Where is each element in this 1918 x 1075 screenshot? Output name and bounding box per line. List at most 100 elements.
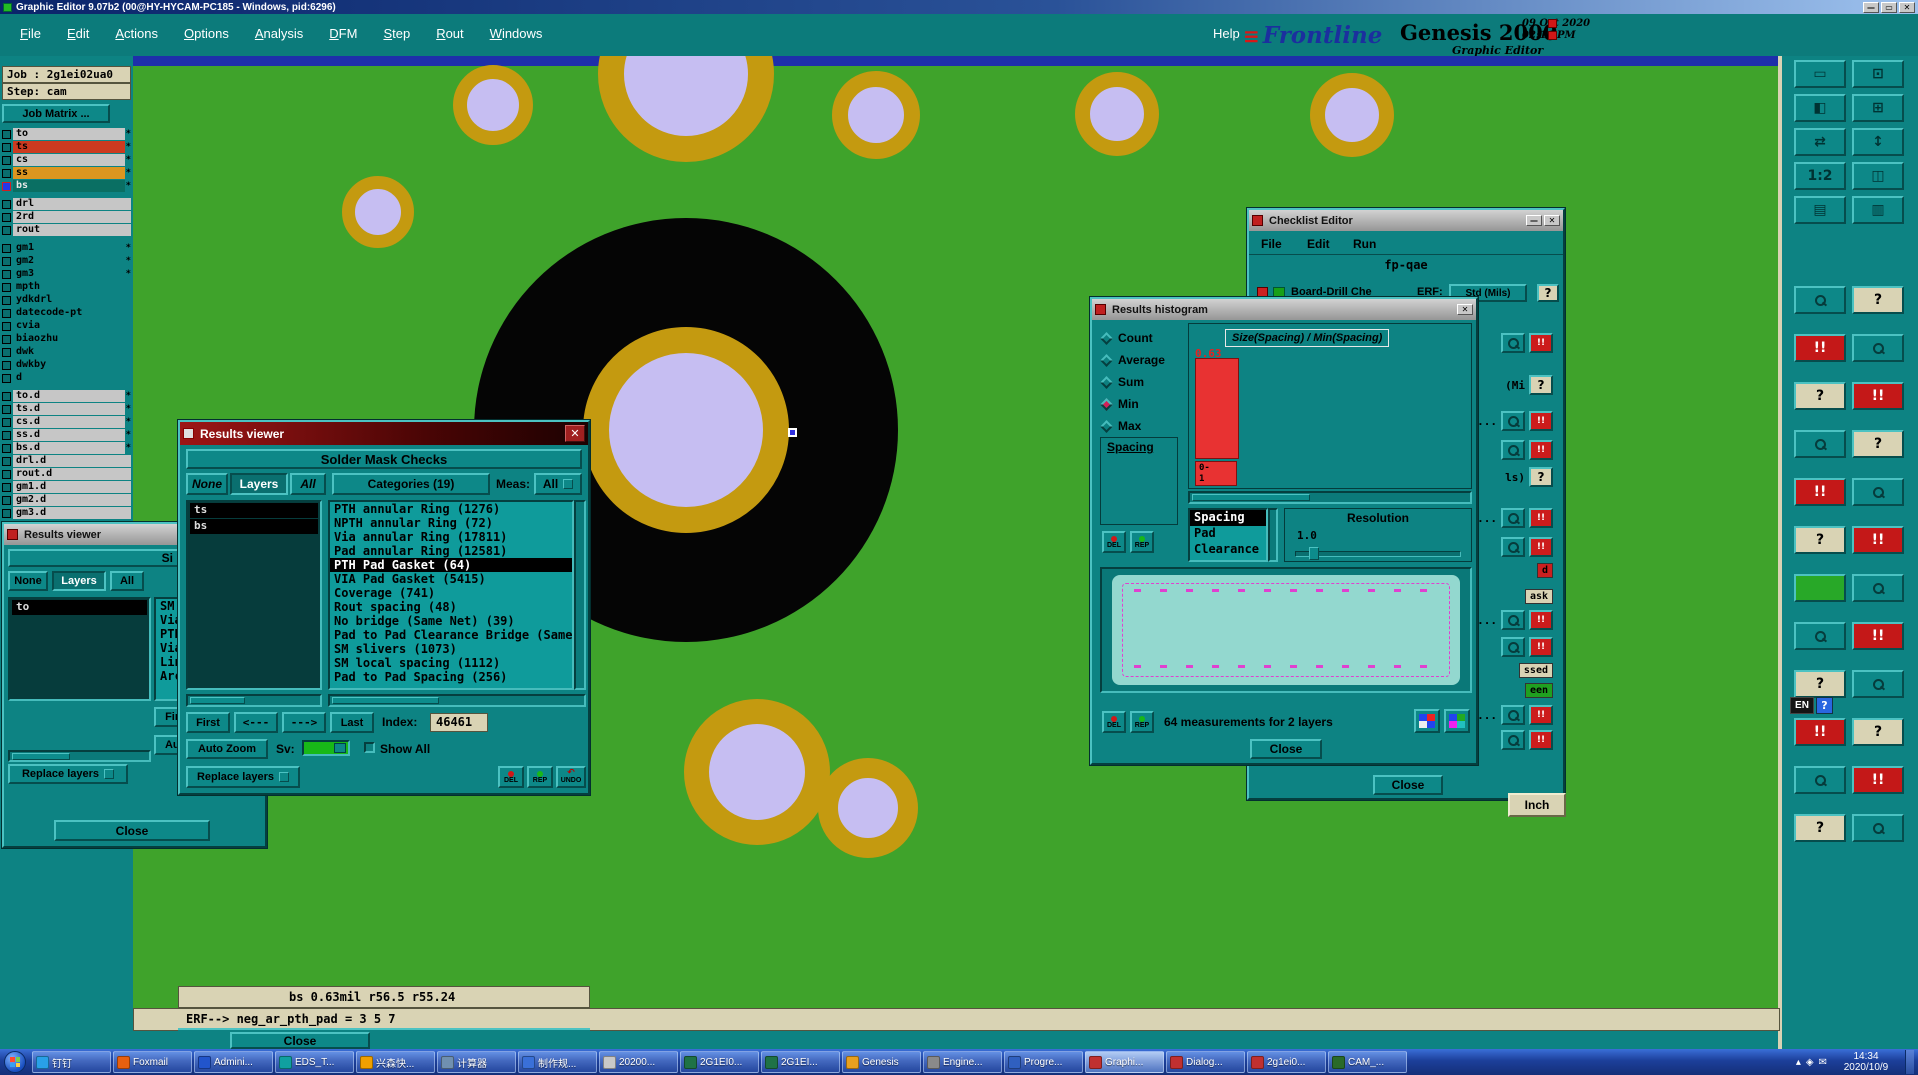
layer-visibility-checkbox[interactable] xyxy=(2,373,11,383)
toolbar-help-button[interactable]: ? xyxy=(1852,286,1904,314)
menu-edit[interactable]: Edit xyxy=(67,26,89,41)
layer-name[interactable]: gm2 xyxy=(13,255,125,267)
toolbar-button[interactable]: ↕ xyxy=(1852,128,1904,156)
layer-visibility-checkbox[interactable] xyxy=(2,430,11,440)
toolbar-alarm-button[interactable]: !! xyxy=(1852,382,1904,410)
layer-visibility-checkbox[interactable] xyxy=(2,334,11,344)
v-scrollbar[interactable] xyxy=(574,500,586,690)
toolbar-help-button[interactable]: ? xyxy=(1794,526,1846,554)
taskbar-item[interactable]: 制作规... xyxy=(518,1051,597,1073)
layer-visibility-checkbox[interactable] xyxy=(2,508,11,518)
layer-visibility-checkbox[interactable] xyxy=(2,212,11,222)
help-button[interactable]: ? xyxy=(1529,375,1553,395)
histogram-close-button[interactable]: Close xyxy=(1250,739,1322,759)
layer-row-gm3[interactable]: gm3 * xyxy=(2,268,131,280)
layer-row-gm1.d[interactable]: gm1.d xyxy=(2,481,131,493)
layer-name[interactable]: ts xyxy=(13,141,125,153)
tray-icon[interactable]: ▴ xyxy=(1796,1057,1801,1068)
layer-visibility-checkbox[interactable] xyxy=(2,417,11,427)
taskbar-item[interactable]: Admini... xyxy=(194,1051,273,1073)
scroll-thumb[interactable] xyxy=(12,753,71,760)
delete-button[interactable]: DEL xyxy=(1102,711,1126,733)
auto-zoom-button[interactable]: Auto Zoom xyxy=(186,739,268,759)
language-indicator[interactable]: EN xyxy=(1790,697,1814,714)
replace-layers-button[interactable]: Replace layers xyxy=(186,766,300,788)
viewer1-titlebar[interactable]: Results viewer ✕ xyxy=(180,422,588,445)
taskbar-item[interactable]: 兴森快... xyxy=(356,1051,435,1073)
viewer2-layer-to[interactable]: to xyxy=(12,600,147,615)
delete-button[interactable]: DEL xyxy=(1102,531,1126,553)
toolbar-button[interactable]: ▭ xyxy=(1794,60,1846,88)
delete-measure-button[interactable]: DEL xyxy=(498,766,524,788)
layer-row-biaozhu[interactable]: biaozhu xyxy=(2,333,131,345)
toolbar-magnifier-button[interactable] xyxy=(1794,430,1846,458)
stat-average[interactable]: Average xyxy=(1100,349,1165,371)
close-icon[interactable]: ✕ xyxy=(565,425,585,442)
h-scrollbar[interactable] xyxy=(328,694,586,707)
viewer1-category[interactable]: VIA Pad Gasket (5415) xyxy=(330,572,572,586)
viewer2-layer-list[interactable]: to xyxy=(8,597,151,701)
toolbar-help-button[interactable]: ? xyxy=(1794,382,1846,410)
layer-name[interactable]: to.d xyxy=(13,390,125,402)
layer-row-bs[interactable]: bs * xyxy=(2,180,131,192)
viewer1-category[interactable]: SM slivers (1073) xyxy=(330,642,572,656)
toolbar-alarm-button[interactable]: !! xyxy=(1852,766,1904,794)
taskbar-item[interactable]: 2g1ei0... xyxy=(1247,1051,1326,1073)
viewer1-category-list[interactable]: PTH annular Ring (1276) NPTH annular Ring… xyxy=(328,500,574,690)
alarm-button[interactable]: !! xyxy=(1529,637,1553,657)
toolbar-magnifier-button[interactable] xyxy=(1852,670,1904,698)
menu-analysis[interactable]: Analysis xyxy=(255,26,303,41)
toolbar-button[interactable]: ◧ xyxy=(1794,94,1846,122)
layer-name[interactable]: cs.d xyxy=(13,416,125,428)
layer-name[interactable]: gm1 xyxy=(13,242,125,254)
layer-row-dwk[interactable]: dwk xyxy=(2,346,131,358)
resolution-value[interactable]: 1.0 xyxy=(1297,529,1317,542)
stat-min[interactable]: Min xyxy=(1100,393,1165,415)
layer-visibility-checkbox[interactable] xyxy=(2,181,11,191)
layer-row-to.d[interactable]: to.d * xyxy=(2,390,131,402)
toolbar-magnifier-button[interactable] xyxy=(1794,766,1846,794)
units-inch-button[interactable]: Inch xyxy=(1508,793,1566,817)
viewer2-close-button[interactable]: Close xyxy=(54,820,210,841)
magnifier-button[interactable] xyxy=(1501,537,1525,557)
layer-row-rout.d[interactable]: rout.d xyxy=(2,468,131,480)
layer-row-datecode-pt[interactable]: datecode-pt xyxy=(2,307,131,319)
nav-first-button[interactable]: First xyxy=(186,712,230,733)
layer-visibility-checkbox[interactable] xyxy=(2,282,11,292)
layer-visibility-checkbox[interactable] xyxy=(2,404,11,414)
toolbar-magnifier-button[interactable] xyxy=(1794,286,1846,314)
measure-pad[interactable]: Pad xyxy=(1190,526,1266,542)
viewer1-category[interactable]: PTH Pad Gasket (64) xyxy=(330,558,572,572)
close-icon[interactable]: ✕ xyxy=(1899,1,1915,13)
start-button[interactable] xyxy=(4,1051,26,1073)
layer-name[interactable]: ss.d xyxy=(13,429,125,441)
nav-next-button[interactable]: ---> xyxy=(282,712,326,733)
layer-name[interactable]: dwkby xyxy=(13,359,131,371)
sv-toggle[interactable] xyxy=(302,740,350,756)
menu-actions[interactable]: Actions xyxy=(115,26,158,41)
taskbar-item[interactable]: 2G1EI0... xyxy=(680,1051,759,1073)
viewer1-category[interactable]: PTH annular Ring (1276) xyxy=(330,502,572,516)
chart-h-scrollbar[interactable] xyxy=(1188,491,1472,504)
index-value-field[interactable]: 46461 xyxy=(430,713,488,732)
h-scrollbar[interactable] xyxy=(186,694,322,707)
magnifier-button[interactable] xyxy=(1501,637,1525,657)
layer-visibility-checkbox[interactable] xyxy=(2,199,11,209)
meas-dropdown[interactable]: All xyxy=(534,473,582,495)
toolbar-button[interactable]: 1:2 xyxy=(1794,162,1846,190)
toolbar-alarm-button[interactable]: !! xyxy=(1794,718,1846,746)
menubar-red-button[interactable] xyxy=(1548,19,1557,28)
spacing-tab-label[interactable]: Spacing xyxy=(1101,438,1177,454)
slider-thumb[interactable] xyxy=(1309,547,1319,560)
toolbar-help-button[interactable]: ? xyxy=(1794,814,1846,842)
alarm-button[interactable]: !! xyxy=(1529,333,1553,353)
layer-name[interactable]: biaozhu xyxy=(13,333,131,345)
filter-none-button[interactable]: None xyxy=(186,473,228,495)
alarm-button[interactable]: !! xyxy=(1529,705,1553,725)
layer-visibility-checkbox[interactable] xyxy=(2,360,11,370)
layer-visibility-checkbox[interactable] xyxy=(2,243,11,253)
toolbar-help-button[interactable]: ? xyxy=(1852,430,1904,458)
histogram-titlebar[interactable]: Results histogram ✕ xyxy=(1092,299,1476,320)
taskbar-item[interactable]: 钉钉 xyxy=(32,1051,111,1073)
menu-file[interactable]: File xyxy=(20,26,41,41)
